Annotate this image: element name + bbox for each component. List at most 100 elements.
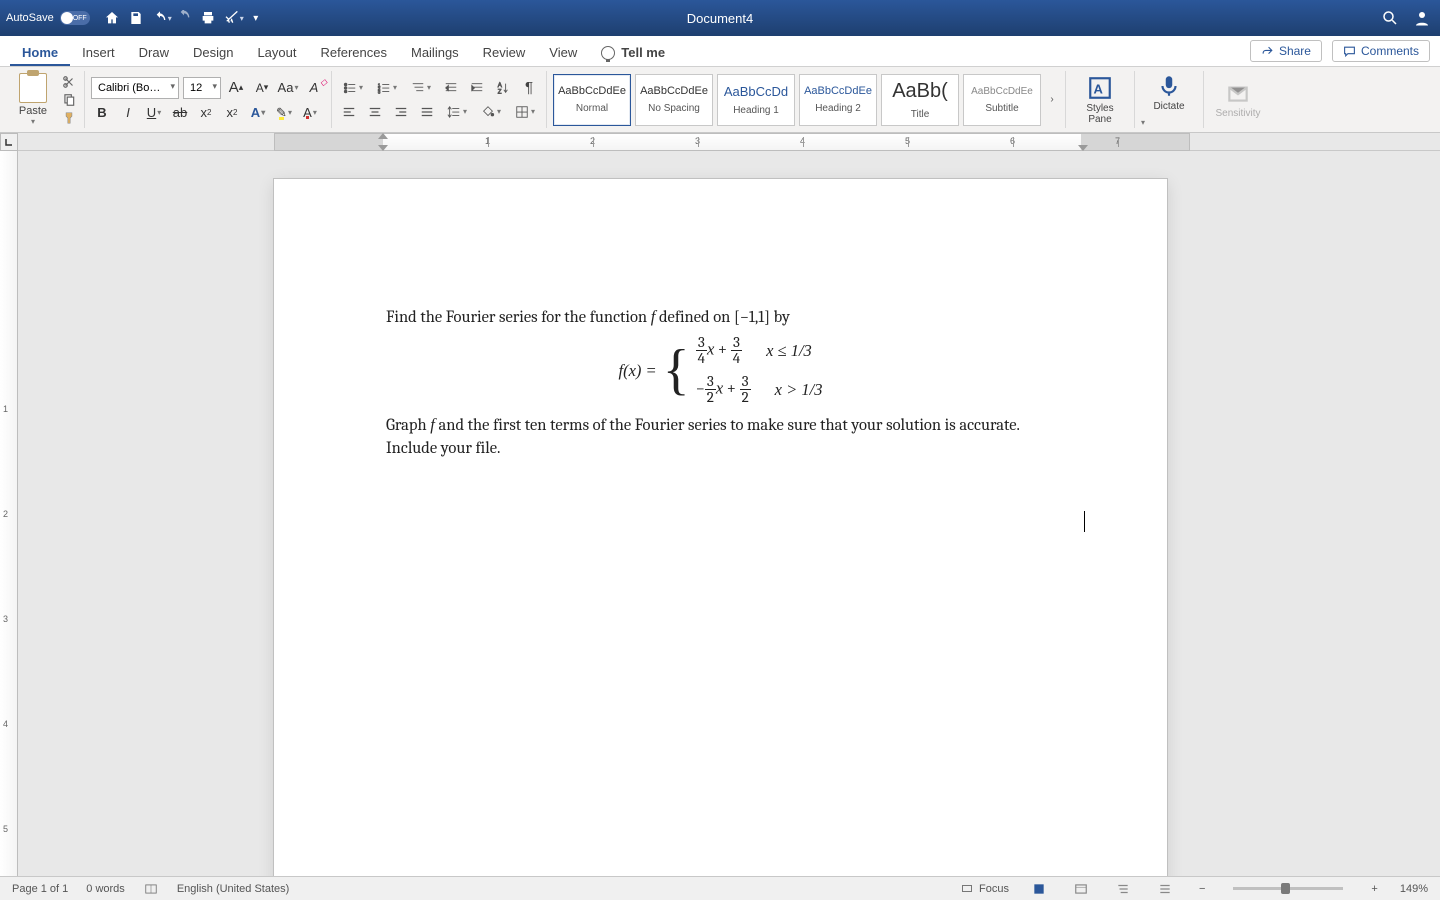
dictate-dropdown-icon[interactable]: ▾ [1141,118,1145,127]
align-center-button[interactable] [364,102,386,122]
dictate-button[interactable]: Dictate [1141,73,1197,112]
account-icon[interactable] [1410,6,1434,30]
page[interactable]: Find the Fourier series for the function… [274,179,1167,876]
paste-button[interactable]: Paste ▾ [12,73,54,126]
zoom-thumb[interactable] [1281,883,1290,894]
font-color-button[interactable]: A [299,103,321,123]
group-styles-pane: A Styles Pane [1066,71,1135,128]
style-heading-2[interactable]: AaBbCcDdEe Heading 2 [799,74,877,126]
justify-button[interactable] [416,102,438,122]
grow-font-icon[interactable]: A▴ [225,78,247,98]
equation-block[interactable]: f(x) = { 34x + 34 x ≤ 1/3 −32x + 32 [386,335,1055,405]
page-content[interactable]: Find the Fourier series for the function… [274,179,1167,460]
tab-review[interactable]: Review [471,39,538,66]
strikethrough-button[interactable]: ab [169,103,191,123]
bullets-button[interactable] [338,78,368,98]
styles-more-icon[interactable]: › [1045,94,1059,105]
tab-design[interactable]: Design [181,39,245,66]
svg-text:3: 3 [378,89,381,94]
tab-insert[interactable]: Insert [70,39,127,66]
status-words[interactable]: 0 words [86,883,125,895]
focus-mode-button[interactable]: Focus [960,883,1009,895]
zoom-level[interactable]: 149% [1400,883,1428,895]
save-icon[interactable] [124,6,148,30]
highlight-button[interactable]: ✎ [273,103,295,123]
change-case-button[interactable]: Aa [277,78,299,98]
status-language[interactable]: English (United States) [177,883,290,895]
home-icon[interactable] [100,6,124,30]
subscript-button[interactable]: x2 [195,103,217,123]
text-effects-button[interactable]: A [247,103,269,123]
numbering-button[interactable]: 123 [372,78,402,98]
tab-mailings[interactable]: Mailings [399,39,471,66]
horizontal-ruler[interactable]: 1234567 [0,133,1440,151]
search-icon[interactable] [1378,6,1402,30]
style-no-spacing[interactable]: AaBbCcDdEe No Spacing [635,74,713,126]
copy-icon[interactable] [60,92,78,108]
document-title: Document4 [687,11,753,26]
sort-button[interactable]: AZ [492,78,514,98]
tab-home[interactable]: Home [10,39,70,66]
print-icon[interactable] [196,6,220,30]
paragraph-1[interactable]: Find the Fourier series for the function… [386,305,1055,329]
styles-pane-button[interactable]: A Styles Pane [1072,75,1128,125]
group-paragraph: 123 AZ ¶ [332,71,547,128]
bold-button[interactable]: B [91,103,113,123]
style-name: Subtitle [985,103,1018,114]
align-left-button[interactable] [338,102,360,122]
tell-me-label: Tell me [621,45,665,60]
align-right-button[interactable] [390,102,412,122]
tab-references[interactable]: References [309,39,399,66]
view-draft[interactable] [1153,880,1177,898]
style-sample: AaBbCcDdEe [558,85,626,97]
increase-indent-button[interactable] [466,78,488,98]
qat-customize-icon[interactable]: ▾ [244,6,268,30]
tab-selector[interactable] [0,133,18,151]
italic-button[interactable]: I [117,103,139,123]
zoom-in-button[interactable]: + [1367,883,1381,895]
paragraph-2[interactable]: Graph f and the first ten terms of the F… [386,413,1055,460]
redo-icon[interactable] [172,6,196,30]
autosave-toggle[interactable]: AutoSave OFF [6,11,90,25]
superscript-button[interactable]: x2 [221,103,243,123]
tab-layout[interactable]: Layout [245,39,308,66]
borders-button[interactable] [510,102,540,122]
show-paragraph-marks-button[interactable]: ¶ [518,78,540,98]
share-button[interactable]: Share [1250,40,1322,62]
style-subtitle[interactable]: AaBbCcDdEe Subtitle [963,74,1041,126]
comments-button[interactable]: Comments [1332,40,1430,62]
shading-button[interactable] [476,102,506,122]
zoom-slider[interactable] [1233,887,1343,890]
font-name-select[interactable] [91,77,179,99]
view-print-layout[interactable] [1027,880,1051,898]
svg-text:A: A [1094,81,1104,96]
format-painter-icon[interactable] [60,110,78,126]
tab-view[interactable]: View [537,39,589,66]
clear-formatting-icon[interactable]: A◇ [303,78,325,98]
tab-draw[interactable]: Draw [127,39,181,66]
vertical-ruler[interactable]: 12345 [0,151,18,876]
style-name: Title [911,109,930,120]
decrease-indent-button[interactable] [440,78,462,98]
statusbar: Page 1 of 1 0 words English (United Stat… [0,876,1440,900]
document-canvas[interactable]: 12345 Find the Fourier series for the fu… [0,151,1440,876]
style-normal[interactable]: AaBbCcDdEe Normal [553,74,631,126]
tell-me-search[interactable]: Tell me [589,39,677,66]
share-label: Share [1279,44,1311,58]
style-name: Heading 1 [733,105,779,116]
view-outline[interactable] [1111,880,1135,898]
style-heading-1[interactable]: AaBbCcDd Heading 1 [717,74,795,126]
zoom-out-button[interactable]: − [1195,883,1209,895]
status-page[interactable]: Page 1 of 1 [12,883,68,895]
view-web-layout[interactable] [1069,880,1093,898]
multilevel-list-button[interactable] [406,78,436,98]
cut-icon[interactable] [60,74,78,90]
line-spacing-button[interactable] [442,102,472,122]
shrink-font-icon[interactable]: A▾ [251,78,273,98]
underline-button[interactable]: U [143,103,165,123]
style-title[interactable]: AaBb( Title [881,74,959,126]
status-spellcheck-icon[interactable] [143,882,159,896]
autosave-switch[interactable]: OFF [60,11,90,25]
first-line-indent-marker[interactable] [378,133,388,139]
font-size-select[interactable] [183,77,221,99]
